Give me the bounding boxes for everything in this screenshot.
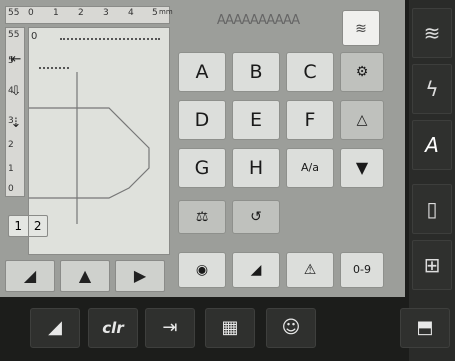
- rectangle-icon[interactable]: ▯: [412, 184, 452, 234]
- key-c[interactable]: C: [286, 52, 334, 92]
- ruler-top-unit: mm: [159, 8, 173, 16]
- page-toggle[interactable]: 1 2: [8, 215, 48, 237]
- selection-line: [60, 38, 160, 40]
- warning-button[interactable]: ⚠: [286, 252, 334, 288]
- alphabet-icon[interactable]: A: [412, 120, 452, 170]
- ruler-top-0: 0: [28, 8, 34, 18]
- lightning-icon[interactable]: ϟ: [412, 64, 452, 114]
- ruler-left-2: 2: [8, 140, 14, 150]
- key-d[interactable]: D: [178, 100, 226, 140]
- ruler-left-1: 1: [8, 164, 14, 174]
- ruler-top-5: 5: [152, 8, 158, 18]
- page-2[interactable]: 2: [29, 216, 48, 236]
- smiley-icon[interactable]: ☺: [266, 308, 316, 348]
- arrow-icon[interactable]: ⇥: [145, 308, 195, 348]
- key-f[interactable]: F: [286, 100, 334, 140]
- triangle-right-button[interactable]: ▶: [115, 260, 165, 292]
- grid-icon[interactable]: ⊞: [412, 240, 452, 290]
- scroll-up-button[interactable]: △: [340, 100, 384, 140]
- undo-button[interactable]: ↺: [232, 200, 280, 234]
- triangle-combo-button[interactable]: ◢: [232, 252, 280, 288]
- clr-button[interactable]: clr: [88, 308, 138, 348]
- ruler-top-2: 2: [78, 8, 84, 18]
- memory-icon[interactable]: ▦: [205, 308, 255, 348]
- ruler-top-3: 3: [103, 8, 109, 18]
- triangle-mirror-button[interactable]: ▲: [60, 260, 110, 292]
- needle-position-icon[interactable]: ⇣: [8, 116, 24, 132]
- page-1[interactable]: 1: [9, 216, 29, 236]
- scroll-down-button[interactable]: ▼: [340, 148, 384, 188]
- recording-button[interactable]: ⚙: [340, 52, 384, 92]
- key-a[interactable]: A: [178, 52, 226, 92]
- stitch-length-icon[interactable]: ⇩: [8, 84, 24, 100]
- stitch-width-icon[interactable]: ⇤: [8, 52, 24, 68]
- ruler-top-label: 55: [8, 8, 20, 18]
- key-b[interactable]: B: [232, 52, 280, 92]
- ruler-left-label: 55: [8, 30, 20, 40]
- alpha-header: AAAAAAAAAA: [216, 13, 300, 28]
- ruler-top-1: 1: [53, 8, 59, 18]
- triangle-left-button[interactable]: ◢: [5, 260, 55, 292]
- ruler-top: 55 0 1 2 3 4 5 mm: [5, 6, 173, 24]
- zigzag-icon[interactable]: ≋: [412, 8, 452, 58]
- ruler-top-4: 4: [128, 8, 134, 18]
- digits-button[interactable]: 0-9: [340, 252, 384, 288]
- key-g[interactable]: G: [178, 148, 226, 188]
- stitch-preview: 0: [28, 27, 170, 255]
- triangle-icon[interactable]: ◢: [30, 308, 80, 348]
- key-e[interactable]: E: [232, 100, 280, 140]
- presser-foot-outline: [29, 67, 150, 224]
- stitch-preview-button[interactable]: ≋: [342, 10, 380, 46]
- key-case-toggle[interactable]: A/a: [286, 148, 334, 188]
- eye-button[interactable]: ◉: [178, 252, 226, 288]
- balance-button[interactable]: ⚖: [178, 200, 226, 234]
- ruler-left-0: 0: [8, 184, 14, 194]
- key-h[interactable]: H: [232, 148, 280, 188]
- presser-icon[interactable]: ⬒: [400, 308, 450, 348]
